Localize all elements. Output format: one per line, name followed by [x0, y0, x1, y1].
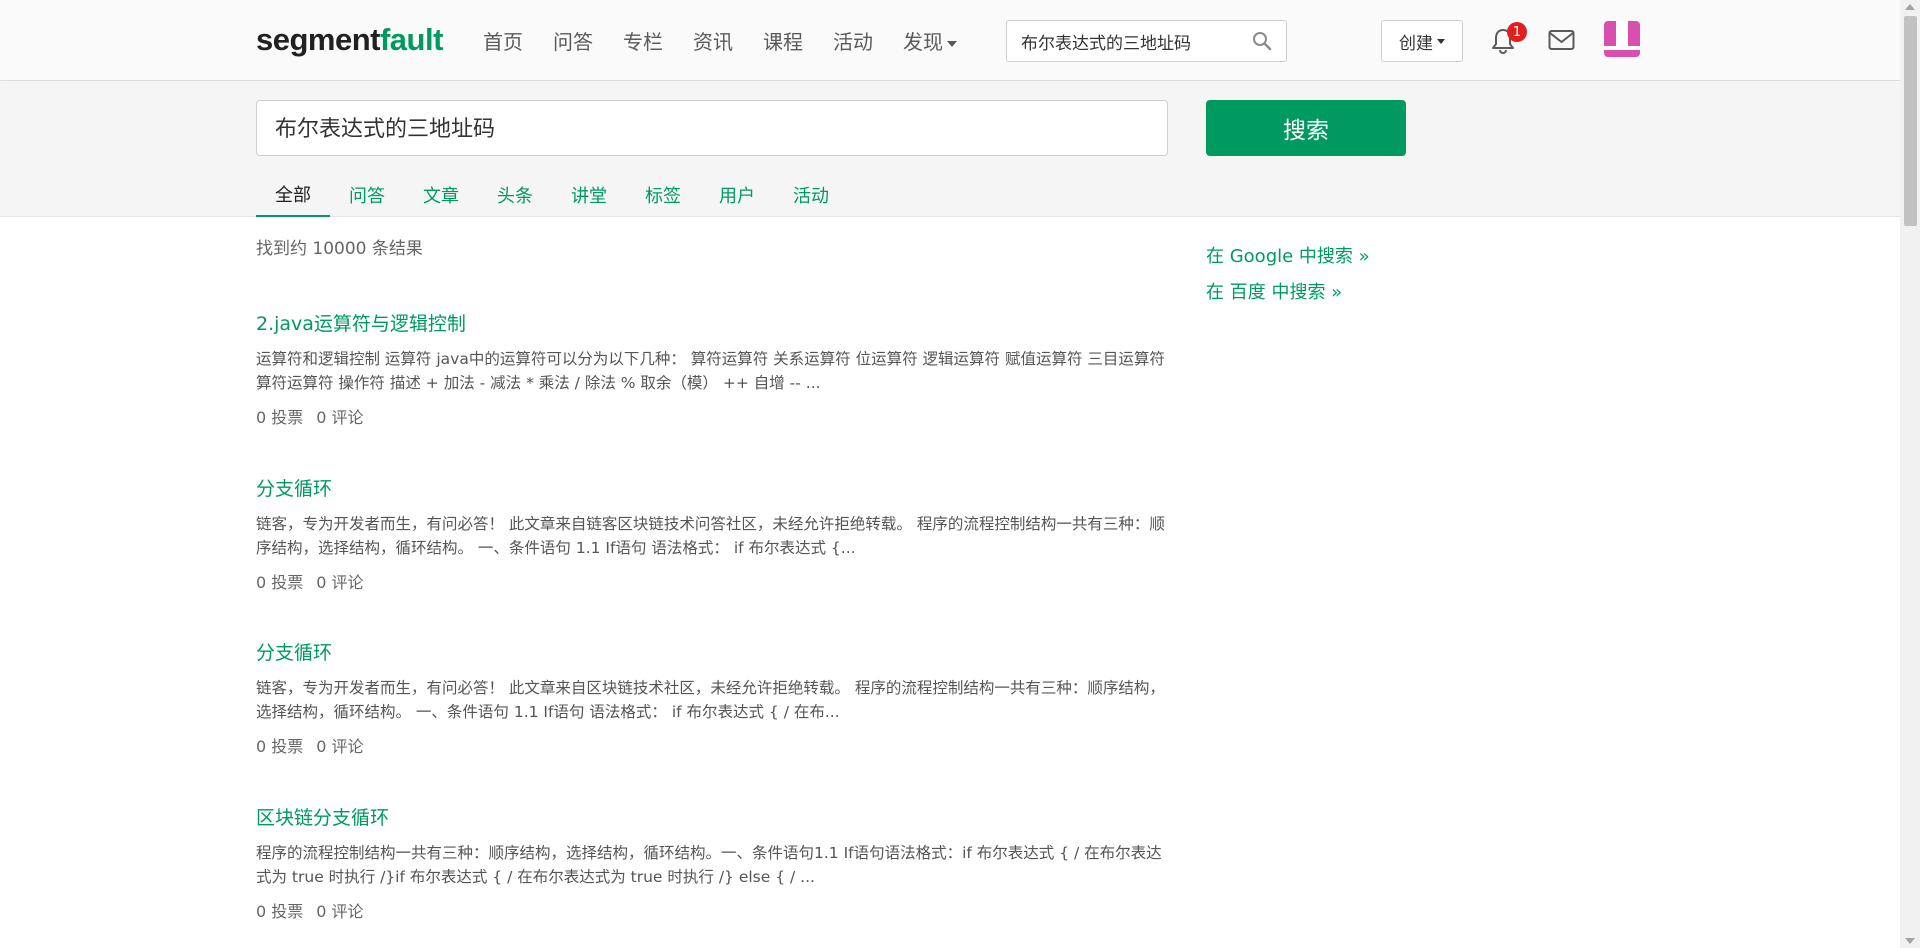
result-comments: 0 评论 — [316, 408, 364, 427]
result-snippet: 程序的流程控制结构一共有三种：顺序结构，选择结构，循环结构。一、条件语句1.1 … — [256, 844, 1162, 886]
result-votes: 0 投票 — [256, 737, 304, 756]
result-title-link[interactable]: 分支循环 — [256, 474, 332, 501]
tab-lectures[interactable]: 讲堂 — [552, 173, 626, 217]
result-comments: 0 评论 — [316, 573, 364, 592]
nav-item-questions[interactable]: 问答 — [553, 26, 593, 55]
nav-item-discover[interactable]: 发现 — [903, 26, 957, 55]
main-search-input[interactable] — [275, 114, 1135, 139]
result-comments: 0 评论 — [316, 902, 364, 921]
tab-tags[interactable]: 标签 — [626, 173, 700, 217]
nav-search-box — [1006, 20, 1287, 62]
result-tabs: 全部 问答 文章 头条 讲堂 标签 用户 活动 — [256, 173, 848, 217]
result-snippet: 运算符和逻辑控制 运算符 java中的运算符可以分为以下几种： 算符运算符 关系… — [256, 350, 1165, 392]
page-scrollbar[interactable] — [1900, 0, 1920, 948]
create-label: 创建 — [1399, 33, 1433, 54]
result-votes: 0 投票 — [256, 573, 304, 592]
logo-main-text: segment — [256, 22, 380, 57]
result-item: 分支循环 链客，专为开发者而生，有问必答！ 此文章来自链客区块链技术问答社区，未… — [256, 474, 1168, 593]
google-search-link[interactable]: 在 Google 中搜索 » — [1206, 242, 1370, 268]
result-meta: 0 投票 0 评论 — [256, 404, 1168, 428]
result-votes: 0 投票 — [256, 902, 304, 921]
result-item: 分支循环 链客，专为开发者而生，有问必答！ 此文章来自区块链技术社区，未经允许拒… — [256, 638, 1168, 757]
tab-users[interactable]: 用户 — [700, 173, 774, 217]
nav-item-news[interactable]: 资讯 — [693, 26, 733, 55]
nav-item-courses[interactable]: 课程 — [763, 26, 803, 55]
caret-down-icon — [1437, 38, 1445, 44]
top-navbar: segmentfault 首页 问答 专栏 资讯 课程 活动 发现 创建 1 — [0, 0, 1900, 81]
tab-all[interactable]: 全部 — [256, 173, 330, 217]
scrollbar-thumb[interactable] — [1904, 16, 1917, 226]
result-item: 2.java运算符与逻辑控制 运算符和逻辑控制 运算符 java中的运算符可以分… — [256, 309, 1168, 428]
results-count: 找到约 10000 条结果 — [256, 239, 423, 259]
tab-articles[interactable]: 文章 — [404, 173, 478, 217]
avatar-shape — [1616, 21, 1628, 46]
result-snippet: 链客，专为开发者而生，有问必答！ 此文章来自区块链技术社区，未经允许拒绝转载。 … — [256, 679, 1165, 721]
avatar-shape — [1604, 46, 1640, 50]
create-button[interactable]: 创建 — [1381, 20, 1463, 62]
mail-icon[interactable] — [1548, 29, 1575, 55]
nav-search-input[interactable] — [1021, 31, 1241, 51]
site-logo[interactable]: segmentfault — [256, 22, 443, 58]
result-title-link[interactable]: 2.java运算符与逻辑控制 — [256, 309, 466, 336]
search-icon[interactable] — [1252, 31, 1272, 55]
notification-badge: 1 — [1507, 22, 1527, 42]
logo-accent-text: fault — [379, 22, 443, 57]
nav-item-columns[interactable]: 专栏 — [623, 26, 663, 55]
result-meta: 0 投票 0 评论 — [256, 898, 1168, 922]
discover-label: 发现 — [903, 30, 943, 54]
avatar[interactable] — [1604, 21, 1640, 57]
result-title-link[interactable]: 分支循环 — [256, 638, 332, 665]
result-item: 区块链分支循环 程序的流程控制结构一共有三种：顺序结构，选择结构，循环结构。一、… — [256, 803, 1168, 922]
result-meta: 0 投票 0 评论 — [256, 733, 1168, 757]
tab-events[interactable]: 活动 — [774, 173, 848, 217]
result-snippet: 链客，专为开发者而生，有问必答！ 此文章来自链客区块链技术问答社区，未经允许拒绝… — [256, 515, 1165, 557]
main-nav: 首页 问答 专栏 资讯 课程 活动 发现 — [483, 26, 987, 55]
tab-questions[interactable]: 问答 — [330, 173, 404, 217]
result-votes: 0 投票 — [256, 408, 304, 427]
result-comments: 0 评论 — [316, 737, 364, 756]
result-title-link[interactable]: 区块链分支循环 — [256, 803, 389, 830]
search-button[interactable]: 搜索 — [1206, 100, 1406, 156]
scroll-up-icon[interactable] — [1905, 4, 1915, 10]
search-header: 搜索 全部 问答 文章 头条 讲堂 标签 用户 活动 — [0, 82, 1900, 217]
caret-down-icon — [947, 40, 957, 47]
baidu-search-link[interactable]: 在 百度 中搜索 » — [1206, 278, 1342, 304]
main-search-box — [256, 100, 1168, 156]
nav-item-events[interactable]: 活动 — [833, 26, 873, 55]
result-meta: 0 投票 0 评论 — [256, 569, 1168, 593]
scroll-down-icon[interactable] — [1905, 938, 1915, 944]
nav-item-home[interactable]: 首页 — [483, 26, 523, 55]
tab-headlines[interactable]: 头条 — [478, 173, 552, 217]
